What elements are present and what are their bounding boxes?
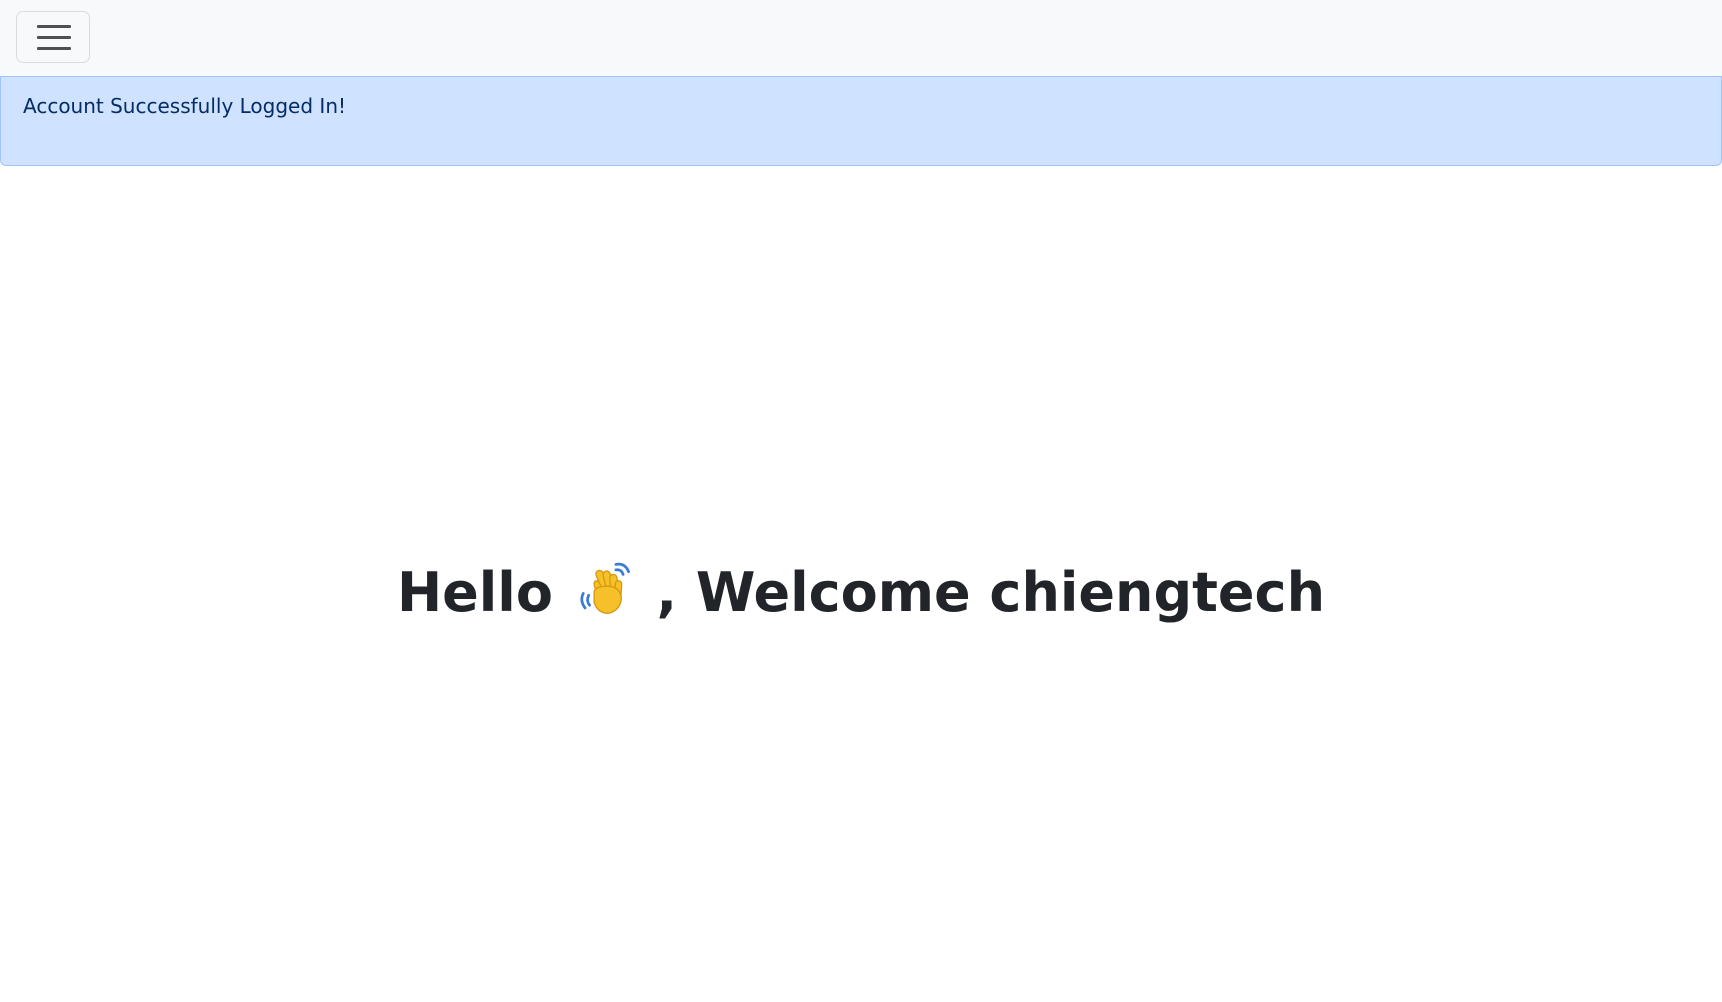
hamburger-menu-icon: [37, 25, 71, 50]
navbar: [0, 0, 1722, 76]
alert-message: Account Successfully Logged In!: [23, 94, 347, 118]
welcome-heading: Hello , Welcome chiengtech: [0, 555, 1722, 631]
hello-text: Hello: [396, 561, 553, 624]
welcome-user-text: , Welcome chiengtech: [656, 561, 1326, 624]
waving-hand-icon: [580, 562, 630, 615]
navbar-toggle-button[interactable]: [16, 11, 90, 63]
login-success-alert: Account Successfully Logged In!: [0, 76, 1722, 166]
page: Account Successfully Logged In! Hello , …: [0, 0, 1722, 1002]
